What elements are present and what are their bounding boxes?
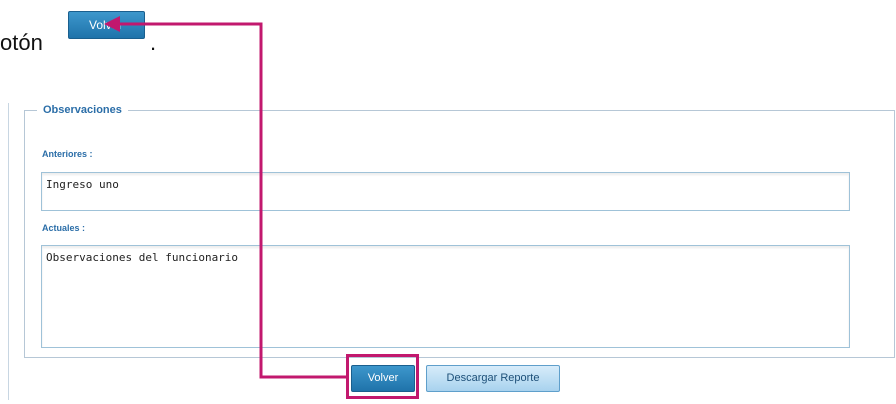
observaciones-legend: Observaciones: [43, 104, 122, 116]
descargar-reporte-button[interactable]: Descargar Reporte: [426, 365, 560, 392]
anteriores-field[interactable]: Ingreso uno: [41, 172, 850, 211]
instruction-text: otón: [0, 30, 43, 55]
inline-volver-button-image: Volver: [68, 11, 145, 39]
anteriores-label: Anteriores :: [42, 149, 93, 159]
screenshot-stage: otón Volver . Observaciones Anteriores :…: [0, 0, 896, 404]
actuales-label: Actuales :: [42, 223, 86, 233]
actuales-field[interactable]: Observaciones del funcionario: [41, 245, 850, 348]
page-left-divider: [8, 103, 9, 400]
instruction-period: .: [150, 30, 157, 55]
volver-button[interactable]: Volver: [351, 365, 415, 392]
